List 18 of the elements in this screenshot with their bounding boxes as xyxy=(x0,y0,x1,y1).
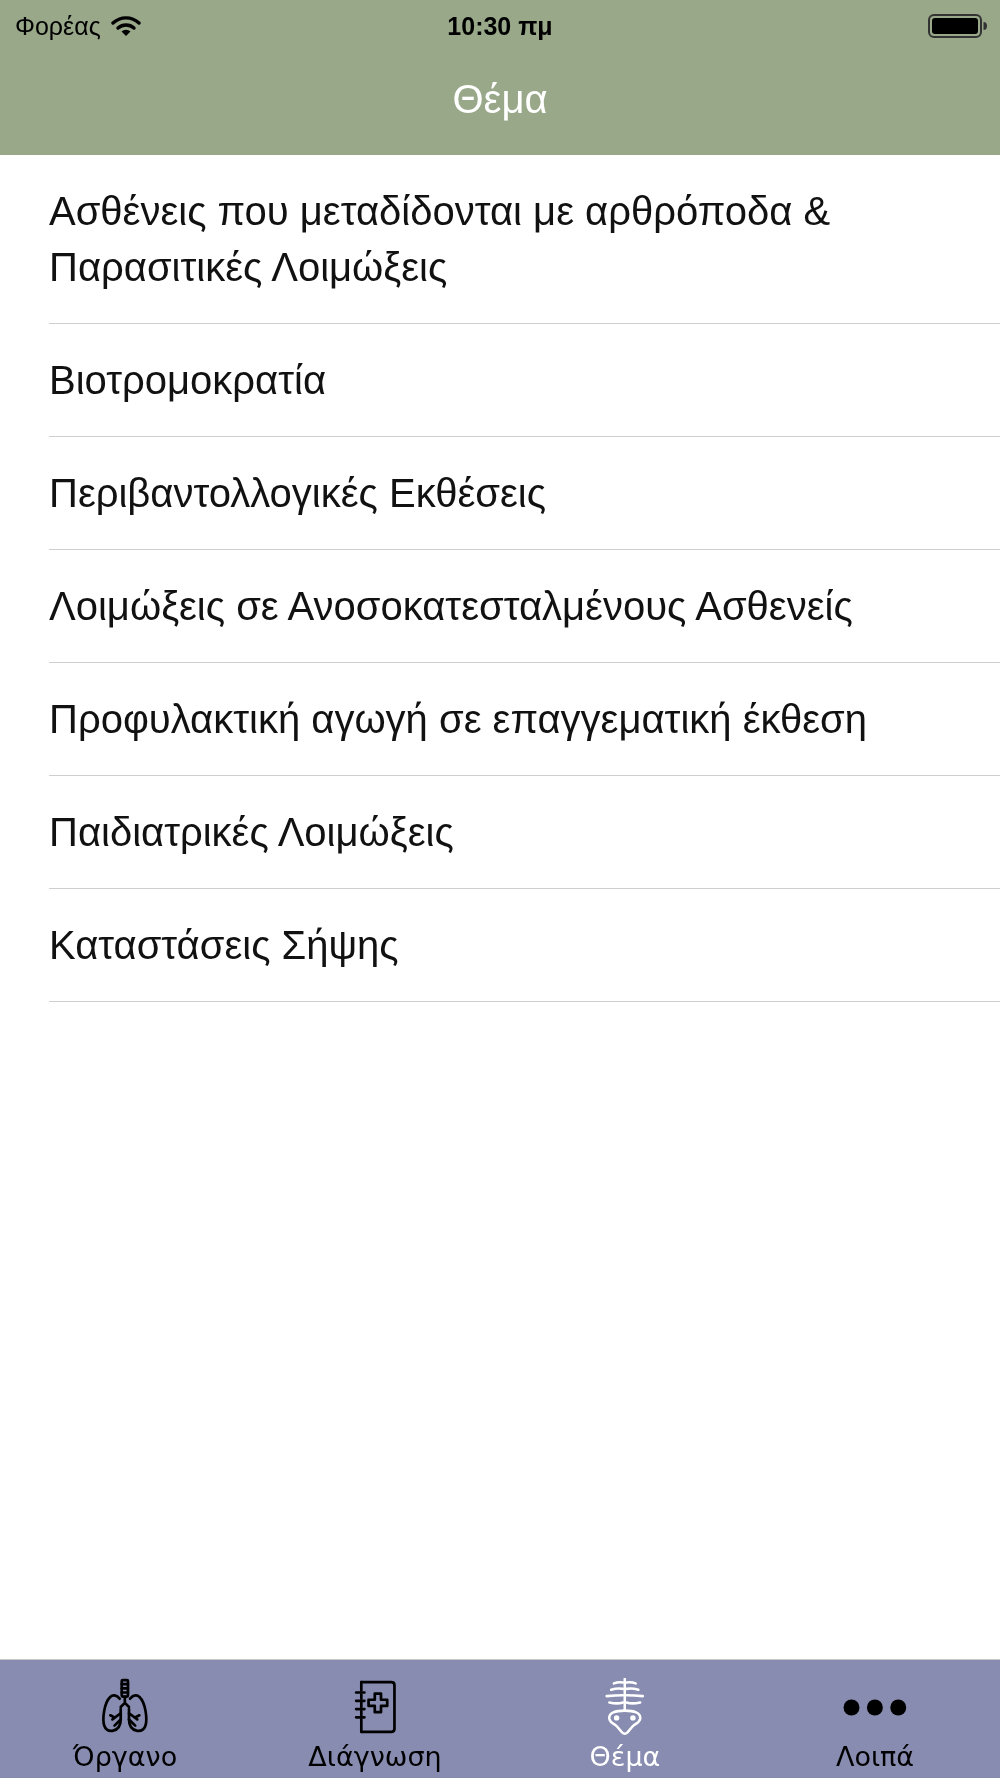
tab-button[interactable]: Όργανο xyxy=(0,1660,250,1778)
battery-icon xyxy=(928,14,988,38)
status-time: 10:30 πμ xyxy=(447,11,553,41)
tab-button[interactable]: Λοιπά xyxy=(750,1660,1000,1778)
list-item[interactable]: Περιβαντολλογικές Εκθέσεις xyxy=(49,437,1000,550)
list-item[interactable]: Ασθένεις που μεταδίδονται με αρθρόποδα & Παρασιτικές Λοιμώξεις xyxy=(49,155,1000,324)
carrier-name: Φορέας xyxy=(15,11,101,41)
tab-button[interactable]: Διάγνωση xyxy=(250,1660,500,1778)
list-item[interactable]: Βιοτρομοκρατία xyxy=(49,324,1000,437)
list-item[interactable]: Καταστάσεις Σήψης xyxy=(49,889,1000,1002)
list-item[interactable]: Λοιμώξεις σε Ανοσοκατεσταλμένους Ασθενείς xyxy=(49,550,1000,663)
nav-title: Θέμα xyxy=(452,77,548,122)
list-item[interactable]: Παιδιατρικές Λοιμώξεις xyxy=(49,776,1000,889)
list-item[interactable]: Προφυλακτική αγωγή σε επαγγεματική έκθεση xyxy=(49,663,1000,776)
notebook-plus-icon xyxy=(352,1678,398,1736)
skeleton-icon xyxy=(603,1678,647,1736)
wifi-icon xyxy=(110,15,141,37)
more-icon xyxy=(843,1699,907,1716)
